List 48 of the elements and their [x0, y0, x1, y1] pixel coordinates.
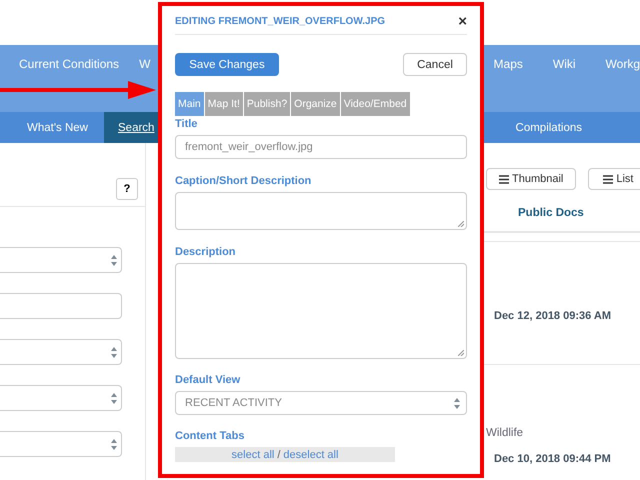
- input-field[interactable]: [0, 293, 122, 319]
- separator-text: /: [277, 448, 280, 460]
- select-field[interactable]: RECENT ACTIVITY: [175, 391, 467, 415]
- field-label: Caption/Short Description: [175, 174, 312, 188]
- select-field[interactable]: [0, 247, 122, 273]
- tab[interactable]: Map It!: [204, 92, 243, 116]
- text-area[interactable]: [175, 192, 467, 230]
- input-field[interactable]: fremont_weir_overflow.jpg: [175, 135, 467, 159]
- select-arrows-icon: [454, 398, 460, 408]
- select-arrows-icon: [111, 438, 117, 450]
- field-label: Default View: [175, 373, 242, 387]
- select-arrows-icon: [111, 254, 117, 266]
- tab[interactable]: Publish?: [244, 92, 290, 116]
- subnav-tab[interactable]: Compilations: [516, 112, 582, 143]
- select-all-link[interactable]: select all: [232, 448, 274, 460]
- select-field[interactable]: [0, 431, 122, 457]
- cancel-button[interactable]: Cancel: [403, 53, 467, 76]
- dialog-title: EDITING FREMONT_WEIR_OVERFLOW.JPG: [175, 16, 386, 26]
- deselect-all-link[interactable]: deselect all: [283, 448, 338, 460]
- subnav-tab[interactable]: What's New: [27, 112, 88, 143]
- nav-link[interactable]: Wiki: [552, 56, 576, 70]
- view-button[interactable]: Thumbnail: [486, 168, 576, 190]
- save-button[interactable]: Save Changes: [175, 53, 279, 76]
- nav-link[interactable]: Maps: [494, 56, 523, 70]
- select-arrows-icon: [111, 392, 117, 404]
- date-text: Dec 10, 2018 09:44 PM: [494, 453, 612, 465]
- tab[interactable]: Organize: [291, 92, 340, 116]
- nav-link[interactable]: Current Conditions: [19, 56, 120, 70]
- menu-icon: [499, 174, 509, 184]
- nav-link[interactable]: Workg: [606, 56, 640, 70]
- field-label: Description: [175, 245, 237, 259]
- menu-icon: [603, 174, 614, 184]
- select-arrows-icon: [111, 346, 117, 358]
- select-field[interactable]: [0, 385, 122, 411]
- field-label: Content Tabs: [175, 429, 246, 443]
- nav-link[interactable]: W: [139, 56, 150, 70]
- tab[interactable]: Video/Embed: [340, 92, 410, 116]
- select-field[interactable]: [0, 339, 122, 365]
- field-label: Title: [175, 117, 198, 131]
- resize-grip-icon: [458, 350, 464, 356]
- date-text: Dec 12, 2018 09:36 AM: [494, 310, 612, 322]
- text-area[interactable]: [175, 263, 467, 359]
- help-button[interactable]: ?: [116, 178, 138, 200]
- resize-grip-icon: [458, 221, 464, 227]
- close-button[interactable]: ×: [458, 12, 467, 30]
- view-button[interactable]: List: [588, 168, 640, 190]
- tab[interactable]: Main: [175, 92, 204, 116]
- tag-text: Wildlife: [486, 427, 524, 439]
